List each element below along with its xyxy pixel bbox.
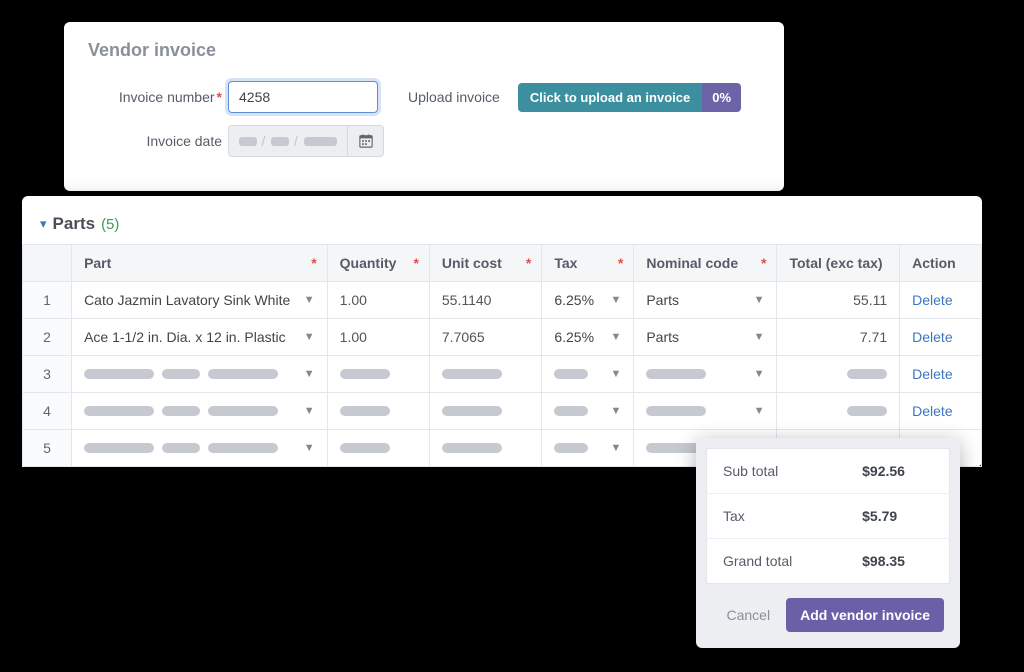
tax-cell[interactable]: 6.25%▼ <box>542 319 634 356</box>
date-picker-button[interactable] <box>348 125 384 157</box>
caret-down-icon: ▼ <box>304 442 315 454</box>
row-number: 5 <box>23 430 72 467</box>
part-cell[interactable]: Cato Jazmin Lavatory Sink White▼ <box>72 282 328 319</box>
table-row: 4 ▼ ▼ ▼ Delete <box>23 393 982 430</box>
col-tax: Tax* <box>542 245 634 282</box>
nominal-cell[interactable]: ▼ <box>634 393 777 430</box>
quantity-cell[interactable]: 1.00 <box>327 282 429 319</box>
col-part: Part* <box>72 245 328 282</box>
vendor-invoice-title: Vendor invoice <box>88 40 760 61</box>
upload-invoice-button[interactable]: Click to upload an invoice 0% <box>518 83 741 112</box>
caret-down-icon: ▼ <box>610 294 621 306</box>
tax-cell[interactable]: ▼ <box>542 393 634 430</box>
table-row: 2Ace 1-1/2 in. Dia. x 12 in. Plastic▼1.0… <box>23 319 982 356</box>
upload-invoice-label: Upload invoice <box>408 89 500 105</box>
parts-section-header[interactable]: ▾ Parts (5) <box>22 214 982 244</box>
caret-down-icon: ▼ <box>754 331 765 343</box>
nominal-cell[interactable]: ▼ <box>634 356 777 393</box>
add-vendor-invoice-button[interactable]: Add vendor invoice <box>786 598 944 632</box>
calendar-icon <box>359 134 373 148</box>
tax-cell[interactable]: ▼ <box>542 356 634 393</box>
row-number: 2 <box>23 319 72 356</box>
cancel-button[interactable]: Cancel <box>726 607 770 623</box>
caret-down-icon: ▼ <box>610 442 621 454</box>
upload-invoice-button-text: Click to upload an invoice <box>518 83 702 112</box>
delete-button[interactable]: Delete <box>912 329 952 345</box>
part-cell[interactable]: ▼ <box>72 430 328 467</box>
caret-down-icon: ▼ <box>304 368 315 380</box>
nominal-cell[interactable]: Parts▼ <box>634 282 777 319</box>
table-row: 1Cato Jazmin Lavatory Sink White▼1.0055.… <box>23 282 982 319</box>
summary-card: Sub total$92.56 Tax$5.79 Grand total$98.… <box>696 438 960 648</box>
grand-total-label: Grand total <box>707 539 847 584</box>
total-cell: 7.71 <box>777 319 900 356</box>
subtotal-label: Sub total <box>707 449 847 494</box>
subtotal-value: $92.56 <box>846 449 949 494</box>
chevron-down-icon: ▾ <box>40 216 47 232</box>
quantity-cell[interactable] <box>327 393 429 430</box>
tax-label: Tax <box>707 494 847 539</box>
delete-button[interactable]: Delete <box>912 366 952 382</box>
part-cell[interactable]: ▼ <box>72 393 328 430</box>
col-action: Action <box>900 245 982 282</box>
tax-cell[interactable]: 6.25%▼ <box>542 282 634 319</box>
caret-down-icon: ▼ <box>754 405 765 417</box>
part-cell[interactable]: ▼ <box>72 356 328 393</box>
caret-down-icon: ▼ <box>610 405 621 417</box>
invoice-date-label: Invoice date <box>88 133 228 149</box>
invoice-number-label: Invoice number* <box>88 89 228 105</box>
unit-cost-cell[interactable]: 7.7065 <box>429 319 541 356</box>
nominal-cell[interactable]: Parts▼ <box>634 319 777 356</box>
parts-count: (5) <box>101 216 119 233</box>
parts-table: Part* Quantity* Unit cost* Tax* Nominal … <box>22 244 982 467</box>
invoice-date-input[interactable]: / / <box>228 125 348 157</box>
col-quantity: Quantity* <box>327 245 429 282</box>
unit-cost-cell[interactable]: 55.1140 <box>429 282 541 319</box>
unit-cost-cell[interactable] <box>429 356 541 393</box>
summary-table: Sub total$92.56 Tax$5.79 Grand total$98.… <box>706 448 950 584</box>
col-nominal: Nominal code* <box>634 245 777 282</box>
part-cell[interactable]: Ace 1-1/2 in. Dia. x 12 in. Plastic▼ <box>72 319 328 356</box>
row-number: 1 <box>23 282 72 319</box>
total-cell <box>777 393 900 430</box>
quantity-cell[interactable] <box>327 356 429 393</box>
row-number: 3 <box>23 356 72 393</box>
table-row: 3 ▼ ▼ ▼ Delete <box>23 356 982 393</box>
col-unit-cost: Unit cost* <box>429 245 541 282</box>
caret-down-icon: ▼ <box>754 294 765 306</box>
quantity-cell[interactable] <box>327 430 429 467</box>
parts-card: ▾ Parts (5) Part* Quantity* Unit cost* T… <box>22 196 982 467</box>
total-cell <box>777 356 900 393</box>
required-icon: * <box>217 89 222 105</box>
delete-button[interactable]: Delete <box>912 292 952 308</box>
tax-value: $5.79 <box>846 494 949 539</box>
caret-down-icon: ▼ <box>610 331 621 343</box>
parts-title: Parts <box>53 214 96 234</box>
caret-down-icon: ▼ <box>304 294 315 306</box>
caret-down-icon: ▼ <box>304 405 315 417</box>
invoice-number-input[interactable] <box>228 81 378 113</box>
delete-button[interactable]: Delete <box>912 403 952 419</box>
caret-down-icon: ▼ <box>754 368 765 380</box>
col-total: Total (exc tax) <box>777 245 900 282</box>
total-cell: 55.11 <box>777 282 900 319</box>
caret-down-icon: ▼ <box>304 331 315 343</box>
caret-down-icon: ▼ <box>610 368 621 380</box>
unit-cost-cell[interactable] <box>429 430 541 467</box>
invoice-number-row: Invoice number* Upload invoice Click to … <box>88 81 760 113</box>
unit-cost-cell[interactable] <box>429 393 541 430</box>
grand-total-value: $98.35 <box>846 539 949 584</box>
row-number: 4 <box>23 393 72 430</box>
upload-progress-badge: 0% <box>702 83 741 112</box>
tax-cell[interactable]: ▼ <box>542 430 634 467</box>
quantity-cell[interactable]: 1.00 <box>327 319 429 356</box>
vendor-invoice-card: Vendor invoice Invoice number* Upload in… <box>64 22 784 191</box>
invoice-date-row: Invoice date / / <box>88 125 760 157</box>
